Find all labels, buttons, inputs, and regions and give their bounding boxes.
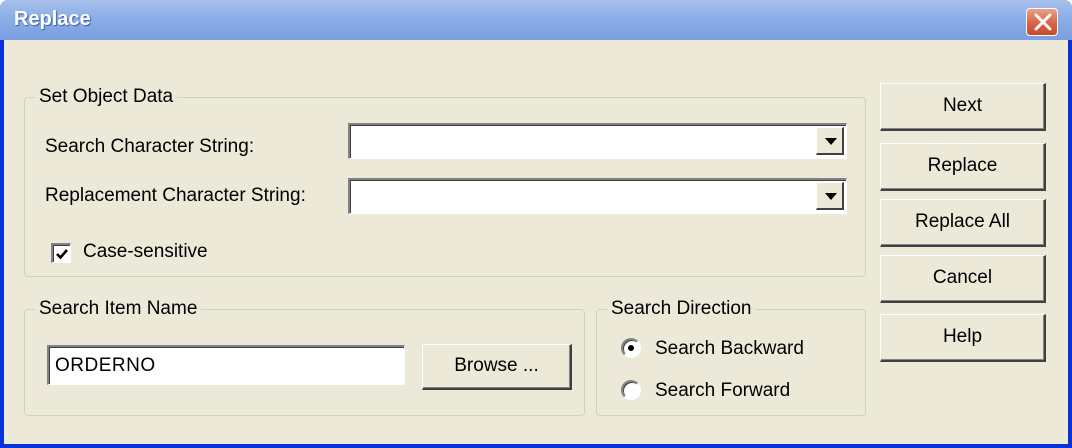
radio-selected-dot [628,345,634,351]
search-item-name-legend: Search Item Name [35,298,202,320]
set-object-data-group: Set Object Data Search Character String:… [24,86,866,277]
browse-button-label: Browse ... [454,355,539,376]
search-string-combo[interactable] [348,123,847,159]
search-direction-legend: Search Direction [607,298,756,320]
search-string-dropdown-button[interactable] [816,127,844,155]
next-button-label: Next [942,95,983,116]
search-item-name-group: Search Item Name ORDERNO Browse ... [24,298,585,416]
replace-button-label: Replace [927,155,998,176]
close-button[interactable] [1026,8,1058,36]
case-sensitive-label[interactable]: Case-sensitive [83,241,208,263]
close-icon [1034,13,1052,31]
cancel-button-label: Cancel [932,267,993,288]
set-object-data-legend: Set Object Data [35,86,178,108]
replacement-string-label: Replacement Character String: [45,185,306,206]
replace-all-button-label: Replace All [914,211,1011,232]
help-button[interactable]: Help [880,314,1046,362]
help-button-label: Help [942,326,983,347]
chevron-down-icon [825,193,837,200]
window-title: Replace [14,8,91,30]
replace-all-button[interactable]: Replace All [880,199,1046,247]
browse-button[interactable]: Browse ... [422,344,572,390]
replace-button[interactable]: Replace [880,143,1046,191]
replacement-string-dropdown-button[interactable] [816,182,844,210]
next-button[interactable]: Next [880,83,1046,131]
search-string-label: Search Character String: [45,136,255,157]
title-bar[interactable]: Replace [0,0,1072,40]
replace-dialog: Replace Set Object Data Search Character… [0,0,1072,448]
chevron-down-icon [825,138,837,145]
checkmark-icon [56,249,68,260]
replacement-string-combo[interactable] [348,178,847,214]
search-backward-label[interactable]: Search Backward [655,338,804,360]
search-backward-radio[interactable] [621,338,641,358]
dialog-client-area: Set Object Data Search Character String:… [4,40,1068,444]
search-forward-label[interactable]: Search Forward [655,380,790,402]
cancel-button[interactable]: Cancel [880,255,1046,303]
search-forward-radio[interactable] [621,380,641,400]
case-sensitive-checkbox[interactable] [51,243,71,263]
search-direction-group: Search Direction Search Backward Search … [596,298,866,416]
search-item-name-value: ORDERNO [55,355,156,376]
search-item-name-input[interactable]: ORDERNO [47,345,405,385]
